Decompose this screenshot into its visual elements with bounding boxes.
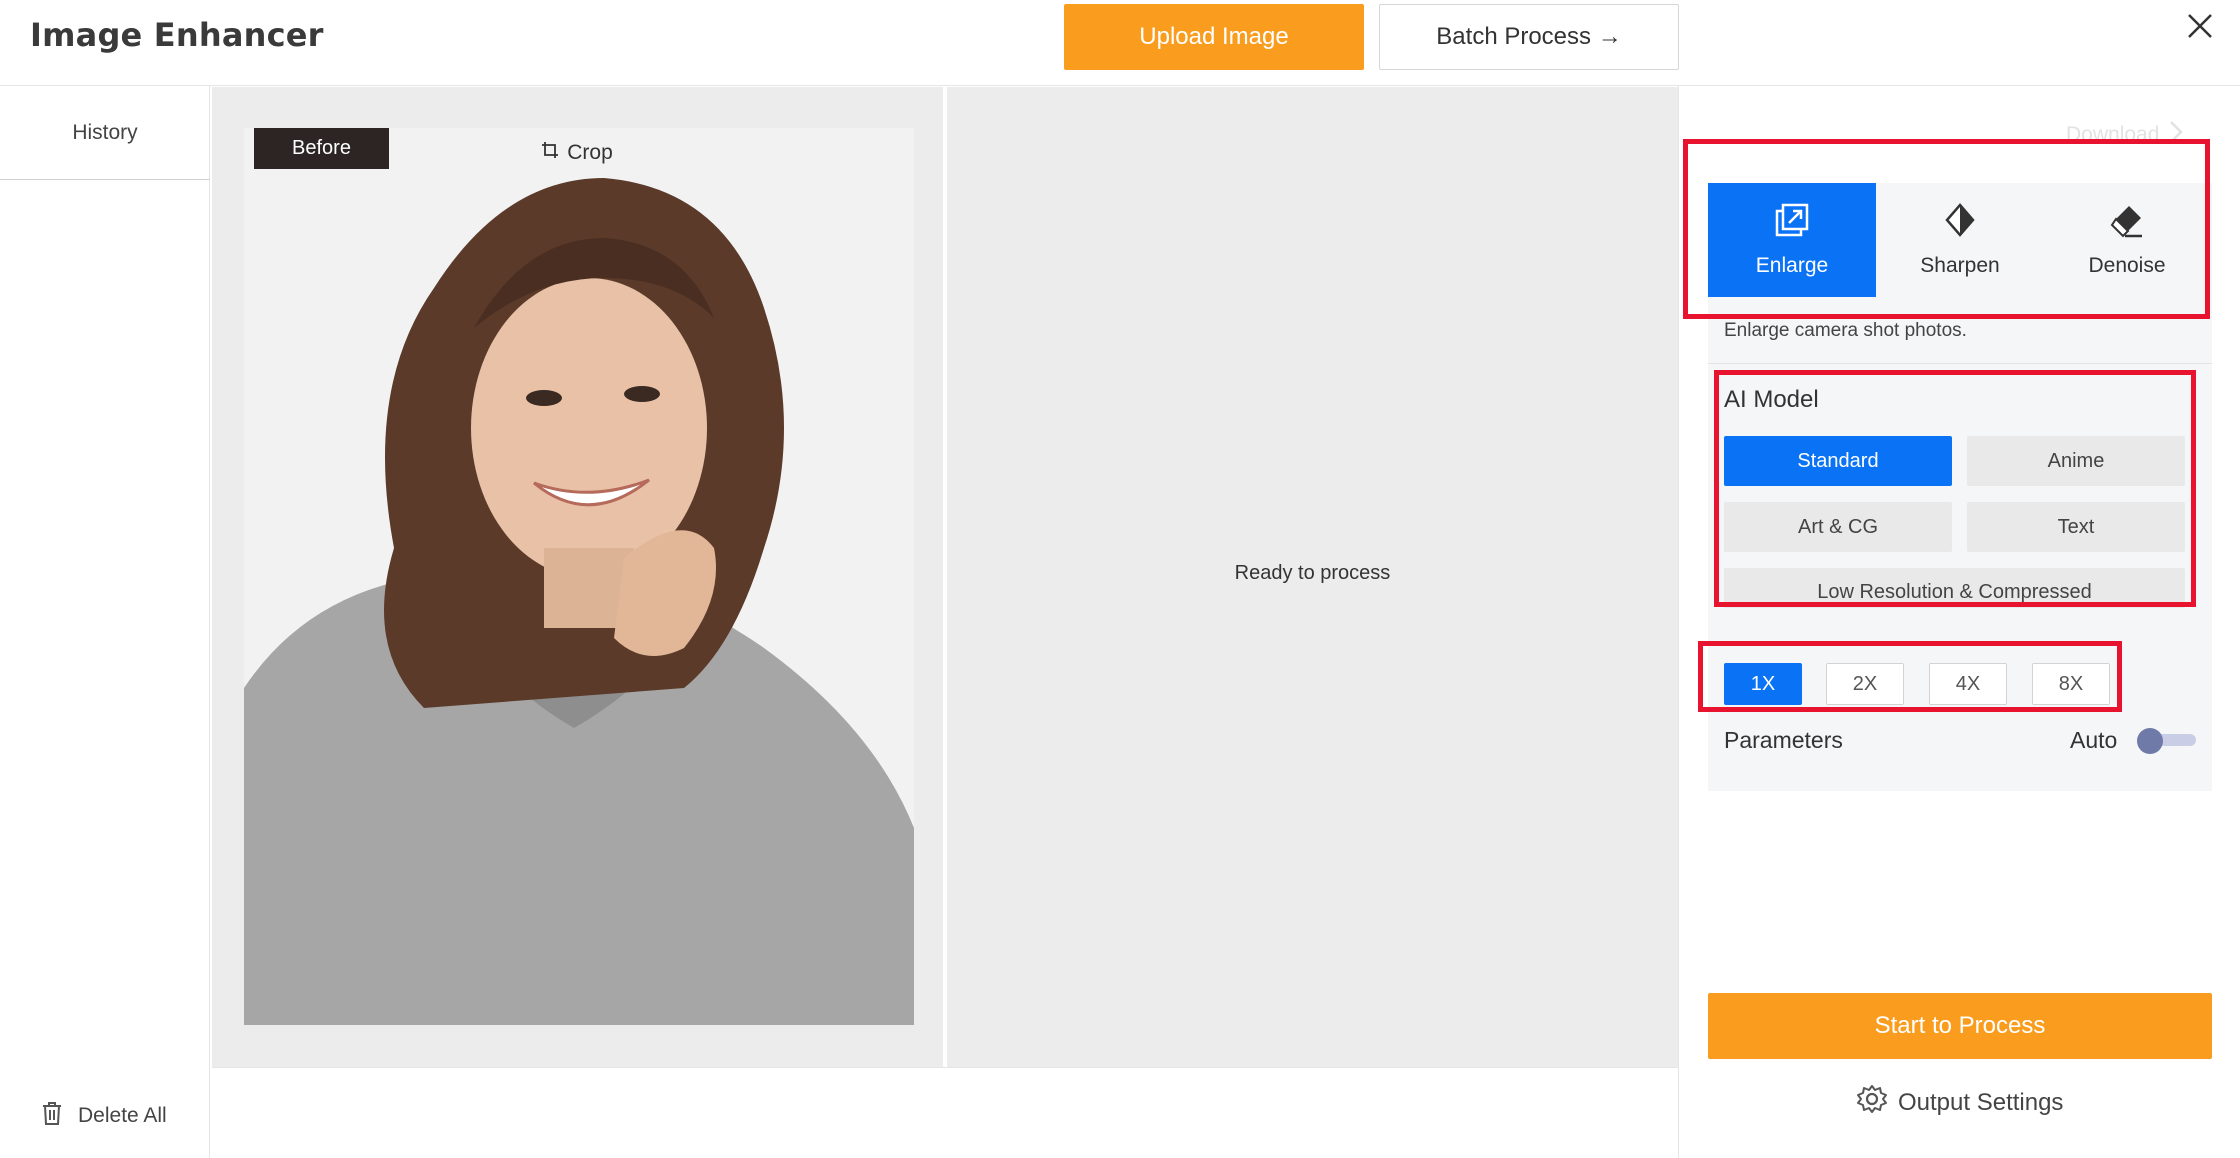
tab-history[interactable]: History xyxy=(0,86,210,180)
header-divider xyxy=(0,85,2240,86)
before-photo xyxy=(244,128,914,1025)
app-title: Image Enhancer xyxy=(30,16,324,54)
mode-description: Enlarge camera shot photos. xyxy=(1724,320,1967,341)
crop-icon xyxy=(541,141,559,165)
panel-separator xyxy=(1708,363,2212,364)
highlight-box-scale xyxy=(1698,641,2122,712)
auto-label: Auto xyxy=(2070,727,2118,753)
auto-toggle-knob[interactable] xyxy=(2137,728,2163,754)
highlight-box-modes xyxy=(1683,139,2210,319)
delete-all-label: Delete All xyxy=(78,1104,167,1127)
upload-image-button[interactable]: Upload Image xyxy=(1064,4,1364,70)
history-sidebar xyxy=(0,86,210,1158)
crop-button[interactable]: Crop xyxy=(502,128,652,178)
crop-label: Crop xyxy=(567,141,613,164)
close-icon[interactable] xyxy=(2180,6,2220,46)
trash-icon xyxy=(40,1100,64,1132)
ready-status: Ready to process xyxy=(1234,562,1391,584)
panel-divider xyxy=(1678,86,1679,1158)
delete-all-button[interactable]: Delete All xyxy=(40,1100,167,1132)
parameters-label: Parameters xyxy=(1724,727,1843,753)
highlight-box-ai-model xyxy=(1714,370,2196,607)
output-settings-label: Output Settings xyxy=(1898,1088,2064,1116)
output-settings-button[interactable]: Output Settings xyxy=(1856,1083,2063,1122)
start-process-button[interactable]: Start to Process xyxy=(1708,993,2212,1059)
batch-process-button[interactable]: Batch Process → xyxy=(1379,4,1679,70)
canvas-bottom-divider xyxy=(212,1067,1678,1068)
before-label: Before xyxy=(254,128,389,169)
gear-icon xyxy=(1856,1083,1888,1122)
